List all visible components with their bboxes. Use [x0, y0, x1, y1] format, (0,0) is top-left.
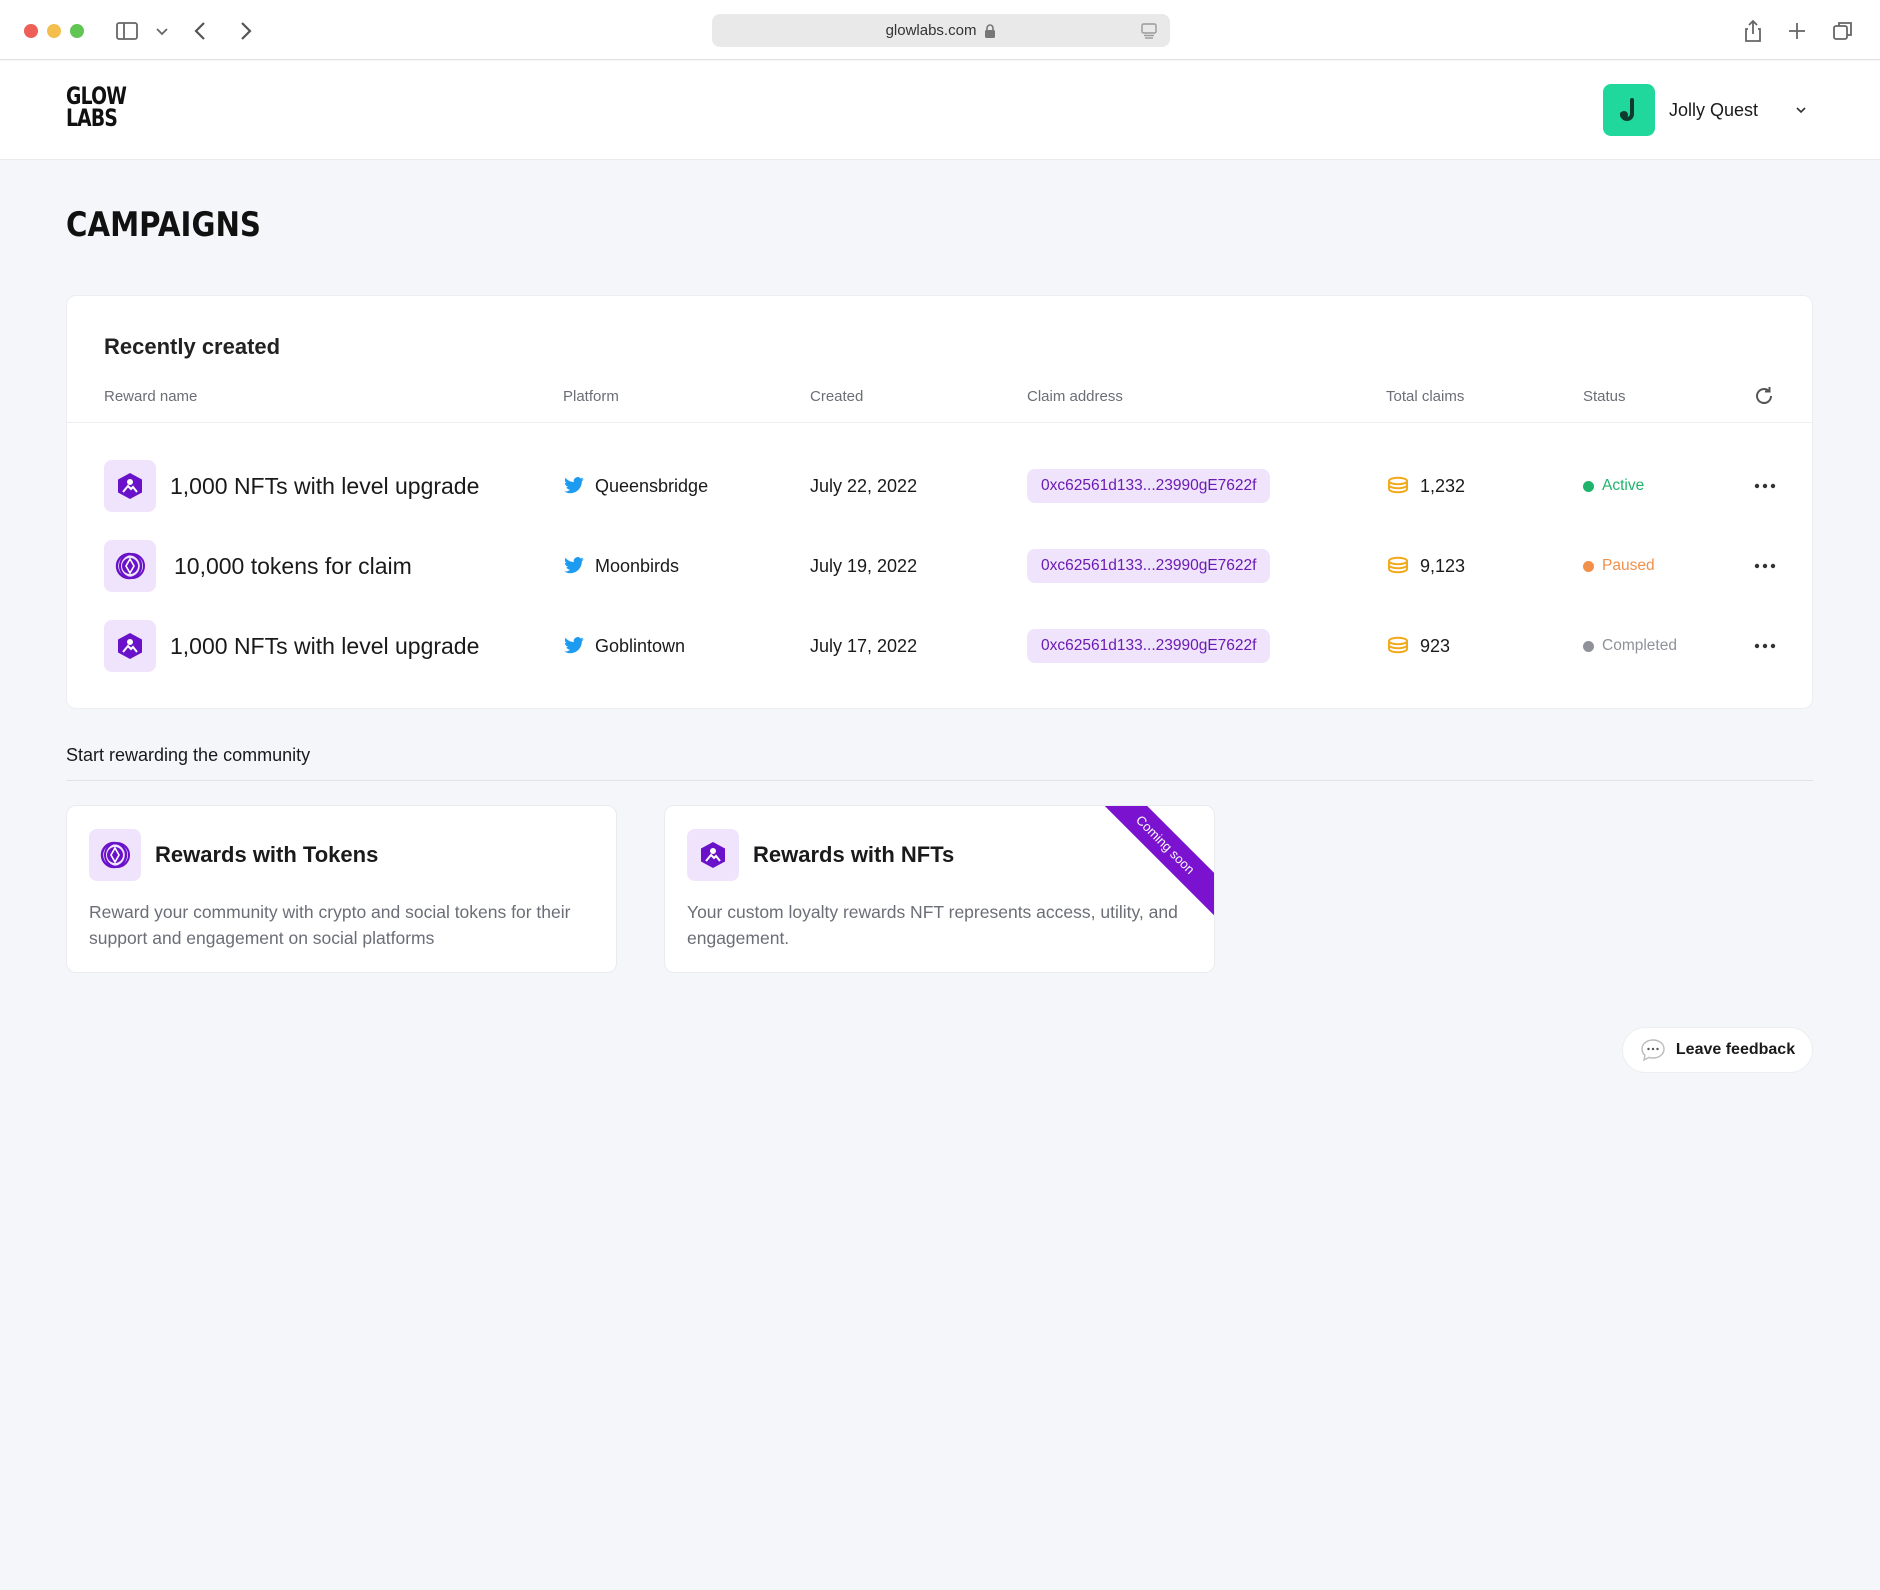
rewards-with-tokens-card[interactable]: Rewards with Tokens Reward your communit…: [66, 805, 617, 973]
reader-icon[interactable]: [1140, 22, 1158, 40]
chat-bubble-icon: [1641, 1039, 1665, 1062]
header-divider: [67, 422, 1812, 423]
status-badge: Completed: [1602, 637, 1677, 654]
status-badge: Paused: [1602, 557, 1655, 574]
table-row[interactable]: 1,000 NFTs with level upgrade Goblintown…: [67, 620, 1812, 680]
lock-icon: [985, 23, 996, 38]
browser-toolbar: glowlabs.com: [0, 0, 1880, 60]
status-dot: [1583, 640, 1594, 652]
nft-icon: [687, 829, 739, 881]
created-date: July 17, 2022: [810, 635, 918, 656]
coins-icon: [1388, 476, 1408, 494]
platform-name: Moonbirds: [595, 555, 680, 576]
column-header: Status: [1583, 388, 1626, 405]
section-divider: [66, 780, 1813, 781]
column-header: Total claims: [1386, 388, 1465, 405]
share-icon[interactable]: [1740, 18, 1766, 44]
twitter-icon: [564, 477, 584, 494]
more-options-icon[interactable]: [1751, 552, 1779, 580]
glow-labs-logo[interactable]: GLOW LABS: [66, 84, 127, 139]
logo-bottom-text: LABS: [66, 104, 118, 132]
avatar: [1602, 84, 1655, 136]
section-label: Start rewarding the community: [66, 745, 311, 765]
nft-icon: [104, 460, 156, 512]
close-window-button[interactable]: [24, 24, 38, 38]
status-dot: [1583, 480, 1594, 492]
coins-icon: [1388, 556, 1408, 574]
twitter-icon: [564, 637, 584, 654]
page-title: CAMPAIGNS: [66, 205, 261, 245]
back-icon[interactable]: [188, 18, 214, 44]
claim-address[interactable]: 0xc62561d133...23990gE7622f: [1027, 629, 1271, 663]
status-badge: Active: [1602, 477, 1645, 494]
zoom-window-button[interactable]: [70, 24, 84, 38]
card-title: Rewards with NFTs: [753, 842, 955, 867]
claim-address[interactable]: 0xc62561d133...23990gE7622f: [1027, 549, 1271, 583]
card-description: Your custom loyalty rewards NFT represen…: [687, 902, 1178, 948]
url-text: glowlabs.com: [885, 22, 977, 39]
chevron-down-icon: [1796, 107, 1806, 114]
table-row[interactable]: 1,000 NFTs with level upgrade Queensbrid…: [67, 460, 1812, 520]
rewards-with-nfts-card[interactable]: Rewards with NFTs Your custom loyalty re…: [664, 805, 1215, 973]
token-icon: [104, 540, 156, 592]
tab-overview-icon[interactable]: [1830, 18, 1856, 44]
forward-icon[interactable]: [232, 18, 258, 44]
recent-title: Recently created: [104, 334, 281, 359]
minimize-window-button[interactable]: [47, 24, 61, 38]
reward-name: 1,000 NFTs with level upgrade: [170, 632, 480, 659]
card-description: Reward your community with crypto and so…: [89, 902, 571, 948]
feedback-label: Leave feedback: [1675, 1041, 1796, 1058]
sidebar-toggle-icon[interactable]: [114, 18, 140, 44]
table-header: Reward name Platform Created Claim addre…: [67, 387, 1812, 418]
avatar-logo-icon: [1619, 98, 1634, 121]
coins-icon: [1388, 636, 1408, 654]
reward-name: 10,000 tokens for claim: [174, 552, 412, 579]
column-header: Platform: [563, 388, 619, 405]
created-date: July 19, 2022: [810, 555, 918, 576]
table-row[interactable]: 10,000 tokens for claim Moonbirds July 1…: [67, 540, 1812, 600]
total-claims: 1,232: [1420, 475, 1466, 496]
account-menu[interactable]: Jolly Quest: [1602, 84, 1808, 136]
column-header: Created: [810, 388, 864, 405]
account-name: Jolly Quest: [1668, 99, 1758, 120]
column-header: Claim address: [1027, 388, 1123, 405]
more-options-icon[interactable]: [1751, 632, 1779, 660]
platform-name: Goblintown: [595, 635, 686, 656]
status-dot: [1583, 560, 1594, 572]
platform-name: Queensbridge: [595, 475, 709, 496]
address-bar[interactable]: glowlabs.com: [712, 14, 1170, 47]
twitter-icon: [564, 557, 584, 574]
column-header: Reward name: [104, 388, 198, 405]
leave-feedback-button[interactable]: Leave feedback: [1622, 1027, 1813, 1073]
token-icon: [89, 829, 141, 881]
reward-name: 1,000 NFTs with level upgrade: [170, 472, 480, 499]
refresh-icon[interactable]: [1752, 384, 1776, 408]
total-claims: 923: [1420, 635, 1451, 656]
chevron-down-icon[interactable]: [152, 18, 172, 44]
app-header: GLOW LABS Jolly Quest: [0, 61, 1880, 160]
more-options-icon[interactable]: [1751, 472, 1779, 500]
created-date: July 22, 2022: [810, 475, 918, 496]
card-title: Rewards with Tokens: [155, 842, 379, 867]
new-tab-icon[interactable]: [1784, 18, 1810, 44]
total-claims: 9,123: [1420, 555, 1466, 576]
recent-campaigns-card: Recently created Reward name Platform Cr…: [66, 295, 1813, 709]
claim-address[interactable]: 0xc62561d133...23990gE7622f: [1027, 469, 1271, 503]
nft-icon: [104, 620, 156, 672]
